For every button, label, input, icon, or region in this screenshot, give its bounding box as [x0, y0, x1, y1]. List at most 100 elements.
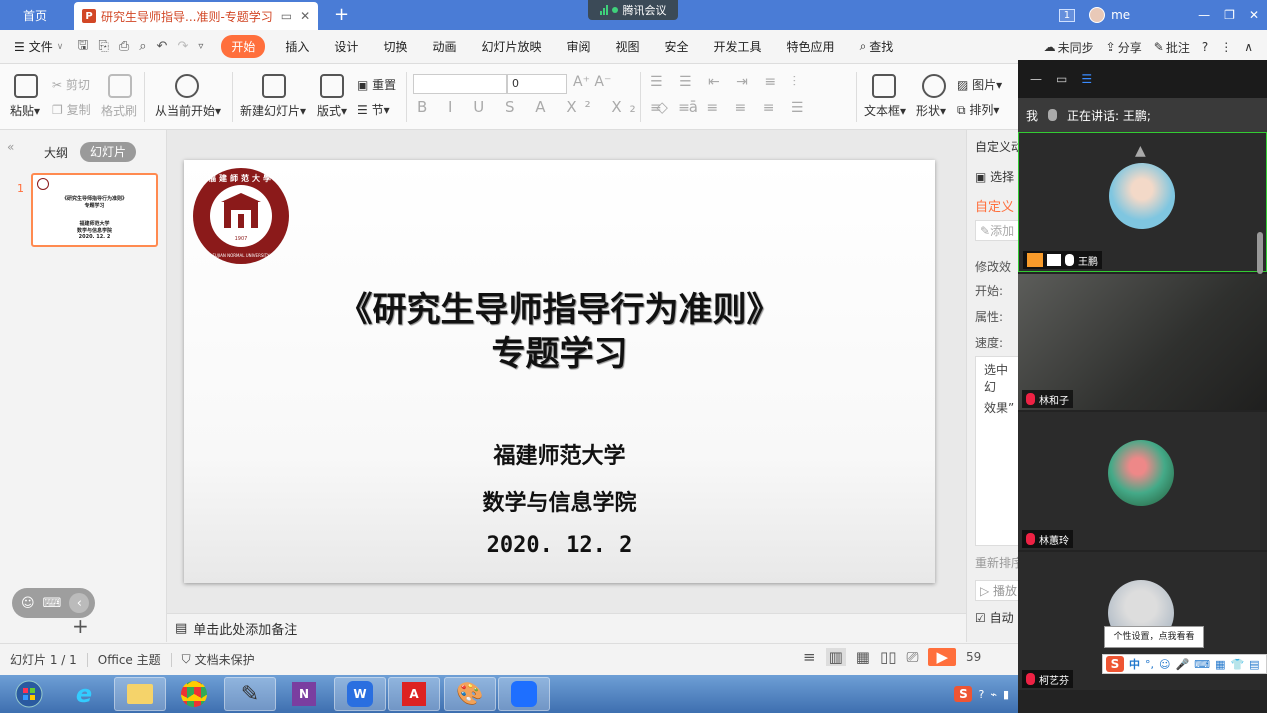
normal-view-icon[interactable]: ▥: [825, 648, 846, 666]
more-icon[interactable]: ⋮: [1220, 40, 1232, 54]
cut-button[interactable]: ✂ 剪切: [52, 76, 90, 93]
zoom-level[interactable]: 59: [966, 650, 981, 664]
tab-animations[interactable]: 动画: [432, 38, 456, 55]
ime-menu-icon[interactable]: ▤: [1249, 658, 1259, 671]
copy-button[interactable]: ❐ 复制: [52, 101, 91, 118]
voice-icon[interactable]: 🎤: [1175, 658, 1189, 671]
paint-icon[interactable]: 🎨: [444, 677, 496, 711]
explorer-icon[interactable]: [114, 677, 166, 711]
slideshow-button[interactable]: ▶: [928, 648, 957, 666]
export-icon[interactable]: ⎘: [98, 39, 108, 54]
slide[interactable]: 1907 福建師范大學 FUJIAN NORMAL UNIVERSITY 《研究…: [184, 160, 935, 583]
increase-font-icon[interactable]: A⁺ A⁻: [573, 74, 611, 90]
participant-tile[interactable]: 林蕙玲: [1018, 412, 1267, 550]
help-tray-icon[interactable]: ?: [978, 688, 984, 701]
wps-icon[interactable]: W: [334, 677, 386, 711]
collapse-ribbon-icon[interactable]: ∧: [1244, 40, 1253, 54]
paragraph-buttons-bottom[interactable]: ≡ ≡ ≡ ≡ ≡ ☰: [650, 100, 809, 116]
paste-button[interactable]: 粘贴▾: [10, 102, 40, 119]
paragraph-buttons-top[interactable]: ☰ ☰ ⇤ ⇥ ≡ ⫶: [650, 74, 802, 90]
font-name-combo[interactable]: [413, 74, 507, 94]
format-painter-button[interactable]: 格式刷: [101, 102, 137, 119]
protection-status[interactable]: ⛉ 文档未保护: [182, 651, 255, 668]
punctuation-icon[interactable]: °,: [1145, 658, 1154, 671]
select-pane-button[interactable]: ▣ 选择: [975, 168, 1014, 185]
list-view-icon[interactable]: ☰: [1081, 72, 1092, 86]
sync-status[interactable]: ☁ 未同步: [1044, 39, 1094, 56]
sogou-ime-icon[interactable]: S: [1106, 656, 1124, 672]
save-icon[interactable]: 🖫: [77, 36, 88, 58]
comment-button[interactable]: ✎ 批注: [1154, 39, 1190, 56]
ie-icon[interactable]: e: [58, 677, 110, 711]
restore-icon[interactable]: ❐: [1224, 8, 1235, 22]
collapse-panel-icon[interactable]: «: [7, 140, 14, 154]
shape-button[interactable]: 形状▾: [916, 102, 946, 119]
textbox-button[interactable]: 文本框▾: [864, 102, 906, 119]
tencent-meeting-indicator[interactable]: 腾讯会议: [588, 0, 678, 20]
slide-sorter-icon[interactable]: ▦: [856, 648, 870, 666]
animation-list[interactable]: 选中幻 效果”: [975, 356, 1018, 546]
my-mic-icon[interactable]: [1048, 109, 1058, 121]
tab-features[interactable]: 特色应用: [787, 38, 835, 55]
home-tab[interactable]: 首页: [0, 0, 70, 30]
onenote-icon[interactable]: N: [278, 677, 330, 711]
tab-slideshow[interactable]: 幻灯片放映: [481, 38, 541, 55]
tab-view[interactable]: 视图: [616, 38, 640, 55]
skin-icon[interactable]: 👕: [1230, 658, 1244, 671]
keyboard-ime-icon[interactable]: ⌨: [1194, 658, 1210, 671]
tab-review[interactable]: 审阅: [566, 38, 590, 55]
share-button[interactable]: ⇪ 分享: [1106, 39, 1142, 56]
emoji-icon[interactable]: ☺: [21, 596, 35, 611]
add-slide-icon[interactable]: +: [72, 614, 89, 638]
tab-home[interactable]: 开始: [221, 35, 266, 58]
preview-icon[interactable]: ⌕: [139, 39, 146, 54]
new-tab-icon[interactable]: +: [334, 4, 349, 25]
monitor-icon[interactable]: ▭: [281, 9, 292, 23]
section-button[interactable]: ☰ 节▾: [357, 101, 390, 118]
user-account[interactable]: me: [1089, 7, 1130, 23]
tencent-meeting-icon[interactable]: [498, 677, 550, 711]
notes-area[interactable]: ▤ 单击此处添加备注: [167, 613, 1018, 643]
start-button[interactable]: [3, 677, 55, 711]
keyboard-icon[interactable]: ⌨: [43, 596, 62, 611]
reset-button[interactable]: ▣ 重置: [357, 76, 396, 93]
camera-icon[interactable]: ⎚: [906, 648, 918, 666]
font-size-combo[interactable]: 0: [507, 74, 567, 94]
from-current-button[interactable]: 从当前开始▾: [155, 102, 221, 119]
window-mode-icon[interactable]: ▭: [1056, 72, 1067, 86]
reading-view-icon[interactable]: ▯▯: [880, 648, 897, 666]
close-window-icon[interactable]: ✕: [1249, 8, 1259, 22]
document-tab[interactable]: P 研究生导师指导...准则-专题学习 ▭ ✕: [74, 2, 318, 30]
arrange-button[interactable]: ⧉ 排列▾: [957, 101, 999, 118]
add-effect-button[interactable]: ✎添加: [975, 220, 1018, 241]
print-icon[interactable]: ⎙: [119, 39, 129, 54]
tab-transitions[interactable]: 切换: [383, 38, 407, 55]
editor-icon[interactable]: ✎: [224, 677, 276, 711]
tab-slides[interactable]: 幻灯片: [80, 142, 136, 162]
tab-developer[interactable]: 开发工具: [714, 38, 762, 55]
participant-tile[interactable]: ▲ 王鹏: [1018, 132, 1267, 272]
notes-toggle-icon[interactable]: ≡: [803, 648, 816, 666]
redo-icon[interactable]: ↷: [177, 39, 188, 54]
window-count-badge[interactable]: 1: [1058, 8, 1076, 22]
slide-thumbnail[interactable]: 《研究生导师指导行为准则》 专题学习 福建师范大学 数学与信息学院 2020. …: [31, 173, 158, 247]
picture-button[interactable]: ▨ 图片▾: [957, 76, 1002, 93]
find-button[interactable]: ⌕ 查找: [860, 38, 894, 55]
tab-outline[interactable]: 大纲: [44, 144, 68, 161]
new-slide-button[interactable]: 新建幻灯片▾: [240, 102, 306, 119]
network-icon[interactable]: ⌁: [990, 688, 997, 701]
chrome-icon[interactable]: [168, 677, 220, 711]
file-menu[interactable]: ☰ 文件 ∨: [14, 38, 63, 55]
minimize-meeting-icon[interactable]: —: [1030, 72, 1042, 86]
close-tab-icon[interactable]: ✕: [300, 9, 310, 23]
minimize-icon[interactable]: —: [1198, 8, 1210, 22]
ime-language[interactable]: 中: [1129, 656, 1140, 672]
help-icon[interactable]: ?: [1202, 40, 1208, 54]
pdf-icon[interactable]: A: [388, 677, 440, 711]
emoji-ime-icon[interactable]: ☺: [1159, 658, 1170, 671]
sogou-icon[interactable]: S: [954, 686, 973, 702]
scroll-up-icon[interactable]: ▲: [1135, 143, 1146, 159]
theme-name[interactable]: Office 主题: [98, 651, 161, 668]
play-button[interactable]: ▷ 播放: [975, 580, 1018, 601]
participant-tile[interactable]: 林和子: [1018, 274, 1267, 410]
